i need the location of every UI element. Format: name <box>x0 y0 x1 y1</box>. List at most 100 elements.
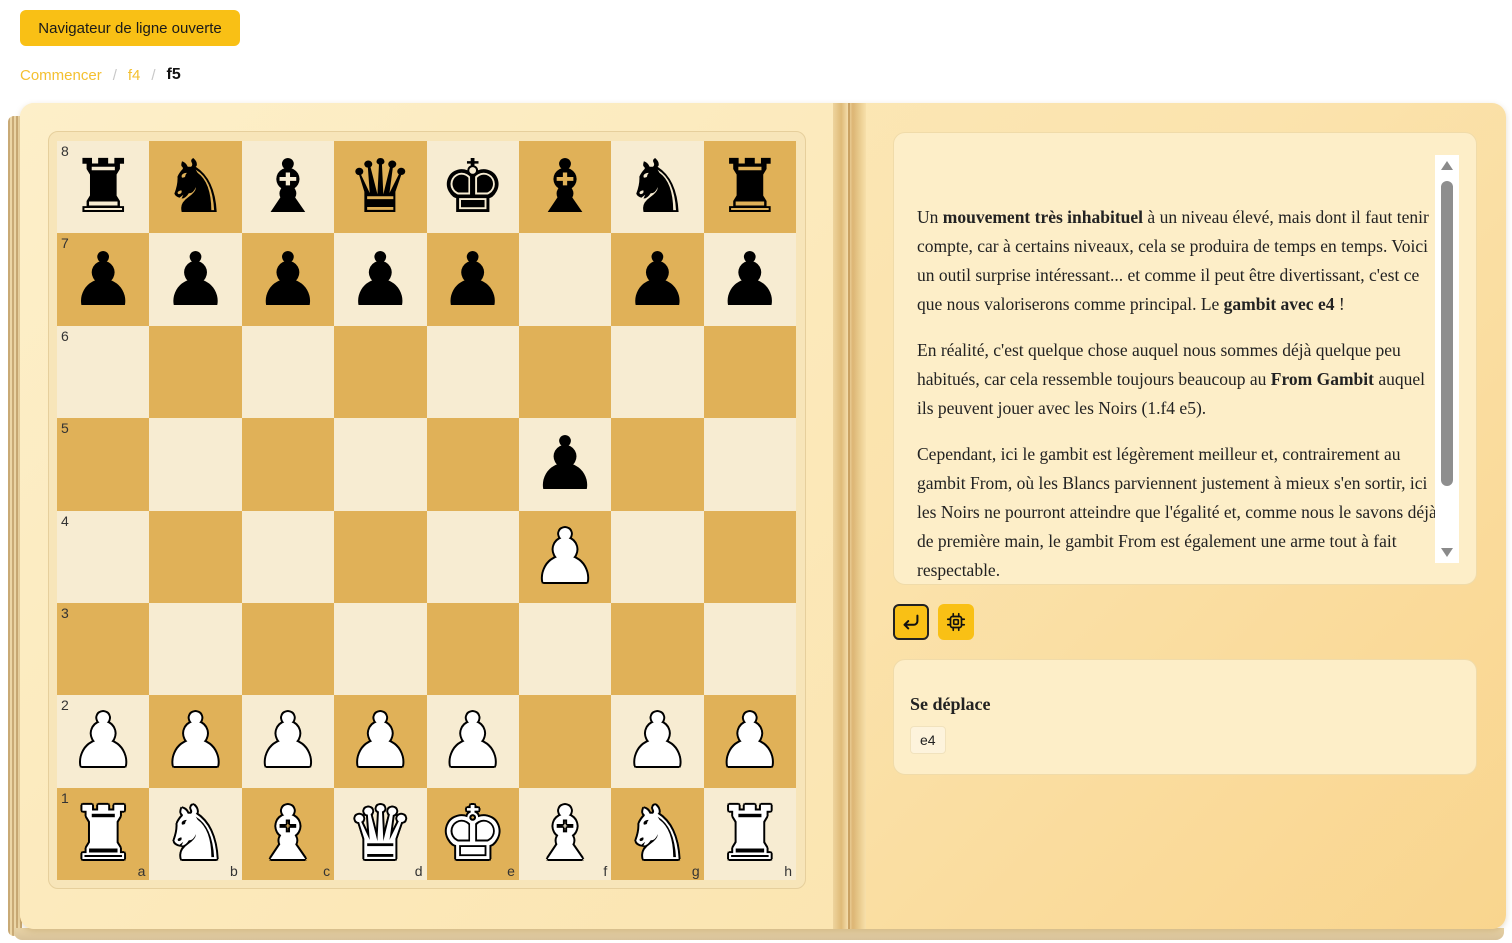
square-h5[interactable] <box>703 418 796 511</box>
scroll-up-icon[interactable] <box>1441 161 1453 170</box>
square-f6[interactable] <box>518 325 612 419</box>
black-queen-icon[interactable]: ♛ <box>334 141 426 233</box>
square-a3[interactable]: 3 <box>57 602 150 696</box>
white-pawn-icon[interactable]: ♟ <box>704 695 796 787</box>
square-h2[interactable]: ♟ <box>703 695 796 788</box>
square-d2[interactable]: ♟ <box>334 695 427 788</box>
square-f2[interactable] <box>518 695 612 788</box>
square-e4[interactable] <box>426 510 519 603</box>
square-g4[interactable] <box>611 510 704 603</box>
square-g3[interactable] <box>611 602 704 696</box>
square-b2[interactable]: ♟ <box>149 695 242 788</box>
black-bishop-icon[interactable]: ♝ <box>519 141 611 233</box>
square-d3[interactable] <box>334 602 427 696</box>
square-g5[interactable] <box>611 418 704 511</box>
square-f1[interactable]: f ♝ <box>518 787 612 880</box>
square-b4[interactable] <box>149 510 242 603</box>
square-h3[interactable] <box>703 602 796 696</box>
back-button[interactable] <box>893 604 929 640</box>
black-rook-icon[interactable]: ♜ <box>704 141 796 233</box>
black-knight-icon[interactable]: ♞ <box>611 141 703 233</box>
chess-board[interactable]: 8 ♜ ♞ ♝ ♛ ♚ ♝ ♞ ♜ 7 ♟ ♟ ♟ ♟ ♟ ♟ ♟ 6 5 ♟ 4 ♟ 3 2 ♟ ♟ ♟ ♟ ♟ ♟ ♟ 1 a ♜ b ♞ c ♝ d ♛… <box>57 141 796 880</box>
square-a6[interactable]: 6 <box>57 325 150 419</box>
square-e1[interactable]: e ♚ <box>426 787 519 880</box>
square-d7[interactable]: ♟ <box>334 233 427 326</box>
square-c1[interactable]: c ♝ <box>241 787 335 880</box>
square-f3[interactable] <box>518 602 612 696</box>
square-b1[interactable]: b ♞ <box>149 787 242 880</box>
square-h6[interactable] <box>703 325 796 419</box>
square-e6[interactable] <box>426 325 519 419</box>
white-pawn-icon[interactable]: ♟ <box>242 695 334 787</box>
breadcrumb-start[interactable]: Commencer <box>20 67 102 84</box>
black-bishop-icon[interactable]: ♝ <box>242 141 334 233</box>
square-g1[interactable]: g ♞ <box>611 787 704 880</box>
square-c4[interactable] <box>241 510 335 603</box>
white-rook-icon[interactable]: ♜ <box>57 788 149 880</box>
scroll-thumb[interactable] <box>1441 181 1453 486</box>
engine-analysis-button[interactable] <box>938 604 974 640</box>
white-rook-icon[interactable]: ♜ <box>704 788 796 880</box>
square-a5[interactable]: 5 <box>57 418 150 511</box>
black-king-icon[interactable]: ♚ <box>427 141 519 233</box>
white-pawn-icon[interactable]: ♟ <box>149 695 241 787</box>
square-d5[interactable] <box>334 418 427 511</box>
square-a1[interactable]: 1 a ♜ <box>57 787 150 880</box>
square-h8[interactable]: ♜ <box>703 141 796 234</box>
white-queen-icon[interactable]: ♛ <box>334 788 426 880</box>
square-d6[interactable] <box>334 325 427 419</box>
square-g6[interactable] <box>611 325 704 419</box>
square-c2[interactable]: ♟ <box>241 695 335 788</box>
square-b5[interactable] <box>149 418 242 511</box>
square-a2[interactable]: 2 ♟ <box>57 695 150 788</box>
black-pawn-icon[interactable]: ♟ <box>334 233 426 325</box>
square-b6[interactable] <box>149 325 242 419</box>
black-knight-icon[interactable]: ♞ <box>149 141 241 233</box>
square-h1[interactable]: h ♜ <box>703 787 796 880</box>
square-d1[interactable]: d ♛ <box>334 787 427 880</box>
square-g2[interactable]: ♟ <box>611 695 704 788</box>
description-scrollbar[interactable] <box>1435 155 1459 563</box>
square-d8[interactable]: ♛ <box>334 141 427 234</box>
square-c3[interactable] <box>241 602 335 696</box>
square-e7[interactable]: ♟ <box>426 233 519 326</box>
white-king-icon[interactable]: ♚ <box>427 788 519 880</box>
square-c6[interactable] <box>241 325 335 419</box>
black-pawn-icon[interactable]: ♟ <box>427 233 519 325</box>
move-chip[interactable]: e4 <box>910 726 946 754</box>
white-pawn-icon[interactable]: ♟ <box>57 695 149 787</box>
square-g7[interactable]: ♟ <box>611 233 704 326</box>
black-pawn-icon[interactable]: ♟ <box>519 418 611 510</box>
square-g8[interactable]: ♞ <box>611 141 704 234</box>
square-e2[interactable]: ♟ <box>426 695 519 788</box>
square-f8[interactable]: ♝ <box>518 141 612 234</box>
black-pawn-icon[interactable]: ♟ <box>57 233 149 325</box>
white-pawn-icon[interactable]: ♟ <box>427 695 519 787</box>
white-knight-icon[interactable]: ♞ <box>611 788 703 880</box>
white-bishop-icon[interactable]: ♝ <box>242 788 334 880</box>
white-knight-icon[interactable]: ♞ <box>149 788 241 880</box>
black-rook-icon[interactable]: ♜ <box>57 141 149 233</box>
white-pawn-icon[interactable]: ♟ <box>334 695 426 787</box>
breadcrumb-move-f4[interactable]: f4 <box>128 67 141 84</box>
square-h7[interactable]: ♟ <box>703 233 796 326</box>
square-c5[interactable] <box>241 418 335 511</box>
black-pawn-icon[interactable]: ♟ <box>242 233 334 325</box>
square-f4[interactable]: ♟ <box>518 510 612 603</box>
square-b3[interactable] <box>149 602 242 696</box>
white-bishop-icon[interactable]: ♝ <box>519 788 611 880</box>
scroll-down-icon[interactable] <box>1441 548 1453 557</box>
square-e5[interactable] <box>426 418 519 511</box>
square-a4[interactable]: 4 <box>57 510 150 603</box>
square-a7[interactable]: 7 ♟ <box>57 233 150 326</box>
square-d4[interactable] <box>334 510 427 603</box>
square-h4[interactable] <box>703 510 796 603</box>
black-pawn-icon[interactable]: ♟ <box>149 233 241 325</box>
square-c8[interactable]: ♝ <box>241 141 335 234</box>
square-b8[interactable]: ♞ <box>149 141 242 234</box>
square-f5[interactable]: ♟ <box>518 418 612 511</box>
open-line-navigator-button[interactable]: Navigateur de ligne ouverte <box>20 10 240 46</box>
white-pawn-icon[interactable]: ♟ <box>611 695 703 787</box>
square-b7[interactable]: ♟ <box>149 233 242 326</box>
black-pawn-icon[interactable]: ♟ <box>611 233 703 325</box>
